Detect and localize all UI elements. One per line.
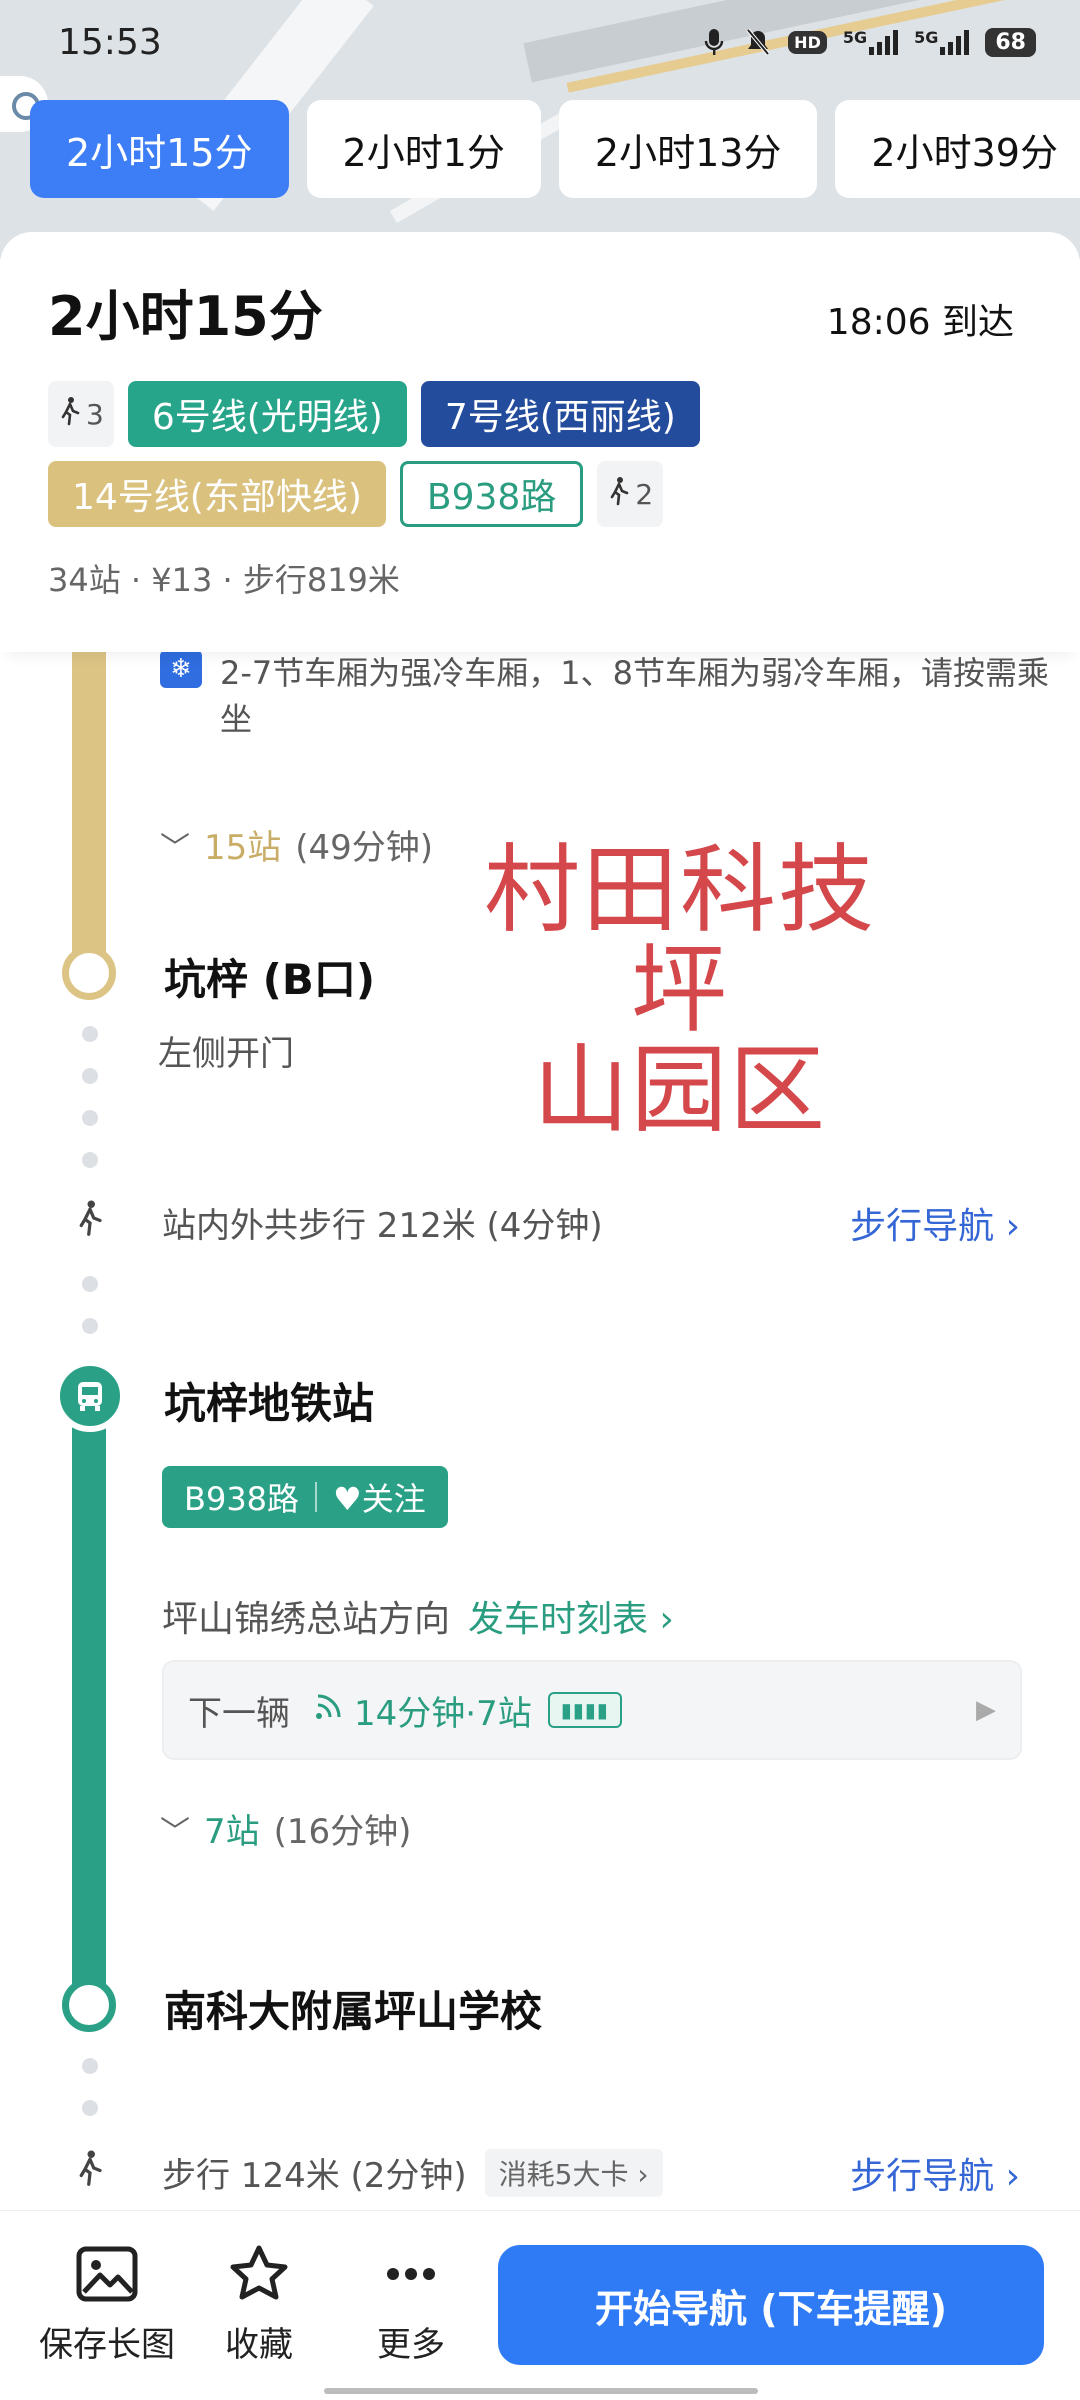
route-duration: 2小时15分 (48, 285, 323, 348)
carriage-tip: ❄ 2-7节车厢为强冷车厢，1、8节车厢为弱冷车厢，请按需乘坐 (160, 650, 1070, 742)
save-image-button[interactable]: 保存长图 (32, 2241, 182, 2366)
image-icon (74, 2241, 140, 2307)
mute-bell-icon (744, 27, 772, 57)
arrival-time: 18:06 到达 (826, 302, 1014, 343)
walk-dot (82, 1110, 98, 1126)
system-icons: HD 5G 5G 68 (700, 27, 1036, 57)
start-navigation-button[interactable]: 开始导航 (下车提醒) (498, 2245, 1044, 2365)
calorie-badge[interactable]: 消耗5大卡 › (484, 2148, 663, 2197)
route-option-2[interactable]: 2小时1分 (306, 100, 541, 198)
walk-dot (82, 1152, 98, 1168)
walk-dot (82, 1026, 98, 1042)
realtime-signal-icon (314, 1690, 344, 1730)
bus-track (72, 1390, 106, 1990)
line-6-chip: 6号线(光明线) (127, 381, 407, 447)
walk-chip-start: 3 (48, 381, 114, 447)
watermark-text: 村田科技坪 山园区 (484, 834, 876, 1146)
signal-icon-1: 5G (843, 28, 899, 55)
walk-icon (60, 1196, 120, 1249)
follow-button[interactable]: ♥关注 (333, 1474, 426, 1520)
next-bus-card[interactable]: 下一辆 14分钟·7站 ▮▮▮▮ ▶ (162, 1660, 1022, 1760)
bus-segment-toggle[interactable]: ﹀ 7站 (16分钟) (160, 1804, 411, 1853)
route-segments: 3 6号线(光明线) 7号线(西丽线) 14号线(东部快线) B938路 2 (48, 381, 808, 527)
favorite-button[interactable]: 收藏 (184, 2241, 334, 2366)
microphone-icon (700, 27, 728, 57)
star-icon (226, 2241, 292, 2307)
line-14-track (72, 600, 106, 960)
bus-b938-chip: B938路 (399, 461, 584, 527)
walk-dot (82, 1068, 98, 1084)
bus-stop-name: 坑梓地铁站 (164, 1379, 375, 1428)
walk-chip-end: 2 (597, 461, 664, 527)
chevron-down-icon: ﹀ (160, 1814, 190, 1850)
walk-dot (82, 1276, 98, 1292)
chevron-right-icon: ▶ (976, 1695, 996, 1725)
heart-icon: ♥ (333, 1480, 362, 1518)
metro-exit-node (62, 946, 116, 1000)
walk-navigation-link[interactable]: 步行导航 › (850, 2147, 1020, 2199)
walk-dot (82, 2100, 98, 2116)
route-summary-card: 2小时15分 18:06 到达 3 6号线(光明线) 7号线(西丽线) 14号线… (0, 232, 1080, 652)
walk-dot (82, 1318, 98, 1334)
status-time: 15:53 (58, 21, 162, 63)
signal-icon-2: 5G (914, 28, 970, 55)
walk-icon (607, 476, 631, 513)
line-7-chip: 7号线(西丽线) (420, 381, 700, 447)
door-side-note: 左侧开门 (158, 1034, 294, 1074)
bottom-action-bar: 保存长图 收藏 更多 开始导航 (下车提醒) (0, 2210, 1080, 2400)
snowflake-icon: ❄ (160, 650, 202, 688)
timetable-link[interactable]: 发车时刻表 › (468, 1590, 674, 1642)
more-button[interactable]: 更多 (336, 2241, 486, 2366)
route-options: 2小时15分 2小时1分 2小时13分 2小时39分 (30, 100, 1080, 198)
walk-navigation-link[interactable]: 步行导航 › (850, 1197, 1020, 1249)
route-option-4[interactable]: 2小时39分 (835, 100, 1080, 198)
bus-icon (54, 1360, 126, 1432)
crowd-level-icon: ▮▮▮▮ (547, 1692, 622, 1728)
route-option-1[interactable]: 2小时15分 (30, 100, 289, 198)
more-dots-icon (378, 2241, 444, 2307)
bus-exit-name: 南科大附属坪山学校 (164, 1987, 543, 2036)
chevron-down-icon: ﹀ (160, 830, 190, 866)
home-indicator[interactable] (324, 2388, 758, 2394)
walk-dot (82, 2058, 98, 2074)
metro-segment-toggle[interactable]: ﹀ 15站 (49分钟) (160, 820, 433, 869)
bus-route-badge[interactable]: B938路 ♥关注 (162, 1466, 448, 1528)
battery-indicator: 68 (985, 27, 1036, 57)
route-option-3[interactable]: 2小时13分 (558, 100, 818, 198)
transfer-walk-row: 站内外共步行 212米 (4分钟) 步行导航 › (60, 1196, 1020, 1249)
line-14-chip: 14号线(东部快线) (48, 461, 386, 527)
bus-exit-node (62, 1978, 116, 2032)
hd-icon: HD (788, 30, 827, 54)
walk-icon (58, 396, 82, 433)
status-bar: 15:53 HD 5G 5G 68 (0, 0, 1080, 84)
route-meta: 34站 · ¥13 · 步行819米 (48, 561, 400, 599)
metro-exit-name: 坑梓 (B口) (164, 955, 376, 1004)
walk-icon (60, 2146, 120, 2199)
bus-direction: 坪山锦绣总站方向 发车时刻表 › (162, 1590, 674, 1642)
final-walk-row: 步行 124米 (2分钟) 消耗5大卡 › 步行导航 › (60, 2146, 1020, 2199)
